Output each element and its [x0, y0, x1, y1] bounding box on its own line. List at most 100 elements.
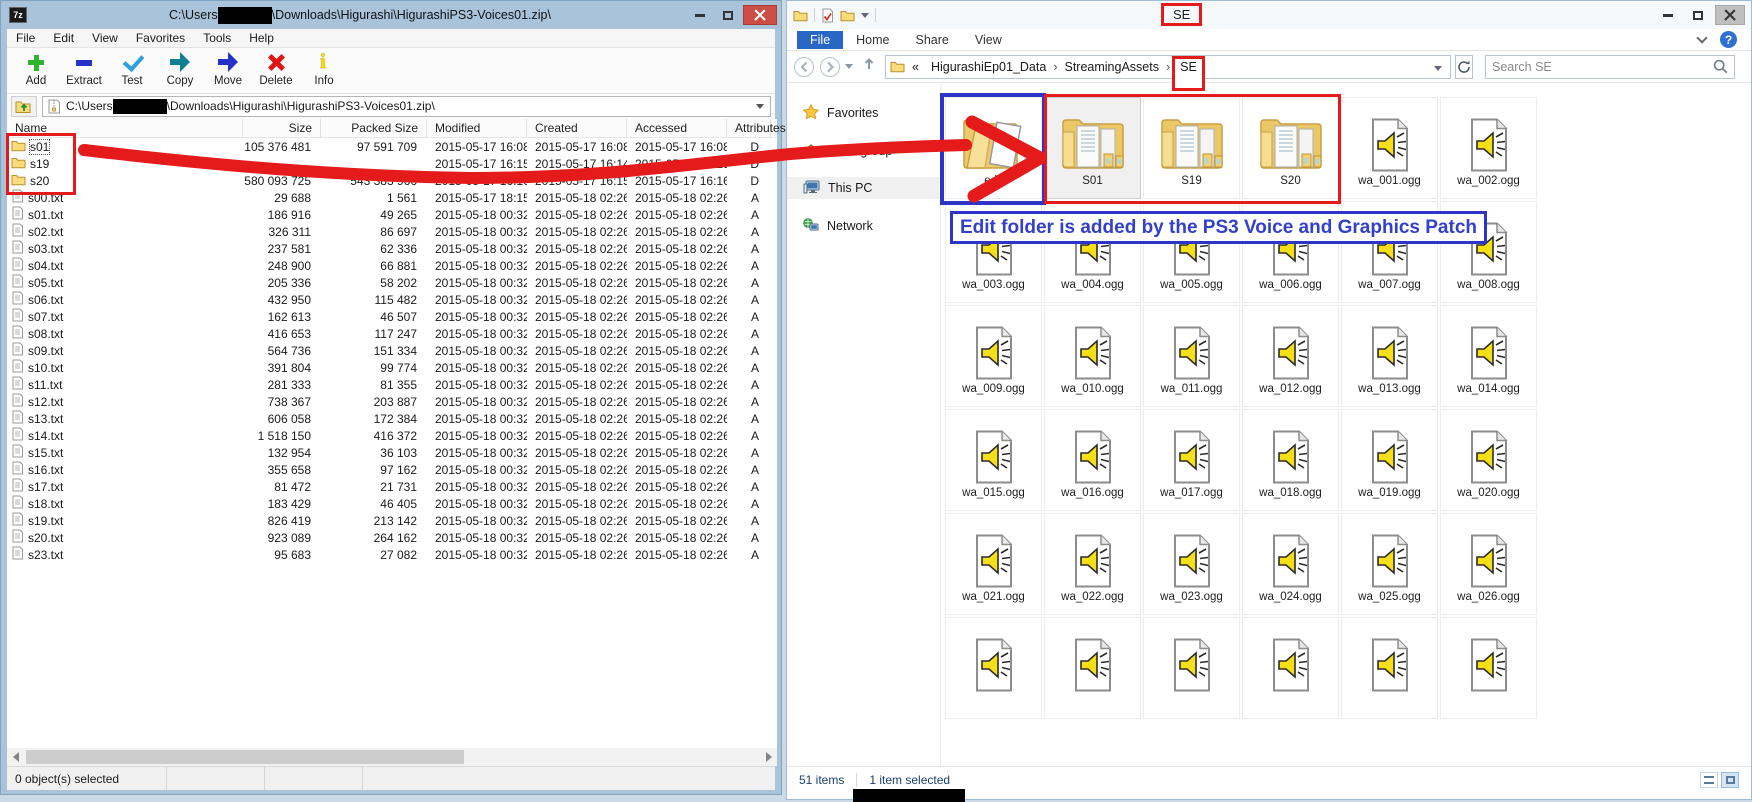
- file-tile[interactable]: wa_016.ogg: [1044, 409, 1141, 511]
- menu-favorites[interactable]: Favorites: [127, 31, 194, 45]
- tab-share[interactable]: Share: [903, 31, 962, 49]
- recent-locations-arrow[interactable]: [845, 64, 853, 69]
- file-tile[interactable]: wa_012.ogg: [1242, 305, 1339, 407]
- menu-edit[interactable]: Edit: [44, 31, 83, 45]
- file-tile-partial[interactable]: [1242, 617, 1339, 719]
- toolbar-info-button[interactable]: Info: [303, 51, 345, 87]
- sidebar-item-favorites[interactable]: Favorites: [787, 102, 939, 124]
- toolbar-test-button[interactable]: Test: [111, 51, 153, 87]
- table-row[interactable]: s192015-05-17 16:152015-05-17 16:142015-…: [7, 155, 777, 172]
- up-button[interactable]: [857, 56, 881, 77]
- scroll-left-button[interactable]: [7, 748, 24, 766]
- table-row[interactable]: s01105 376 48197 591 7092015-05-17 16:08…: [7, 138, 777, 155]
- sidebar-item-network[interactable]: Network: [787, 215, 939, 237]
- folder-tile-s19[interactable]: S19: [1143, 97, 1240, 199]
- folder-tile-s20[interactable]: S20: [1242, 97, 1339, 199]
- toolbar-extract-button[interactable]: Extract: [63, 51, 105, 87]
- file-tile[interactable]: wa_025.ogg: [1341, 513, 1438, 615]
- column-header-size[interactable]: Size: [243, 119, 321, 137]
- new-folder-icon[interactable]: [840, 9, 855, 22]
- search-input[interactable]: [1492, 60, 1713, 74]
- file-tile[interactable]: wa_014.ogg: [1440, 305, 1537, 407]
- forward-button[interactable]: [819, 56, 841, 78]
- menu-help[interactable]: Help: [240, 31, 283, 45]
- table-row[interactable]: s04.txt248 90066 8812015-05-18 00:322015…: [7, 257, 777, 274]
- table-row[interactable]: s17.txt81 47221 7312015-05-18 00:322015-…: [7, 478, 777, 495]
- table-row[interactable]: s19.txt826 419213 1422015-05-18 00:32201…: [7, 512, 777, 529]
- column-header-accessed[interactable]: Accessed: [627, 119, 727, 137]
- table-row[interactable]: s20580 093 725543 383 9662015-05-17 16:1…: [7, 172, 777, 189]
- menu-file[interactable]: File: [7, 31, 44, 45]
- file-tile-partial[interactable]: [1341, 617, 1438, 719]
- help-button[interactable]: ?: [1720, 31, 1737, 48]
- toolbar-move-button[interactable]: Move: [207, 51, 249, 87]
- file-tile-partial[interactable]: [1143, 617, 1240, 719]
- file-tile[interactable]: wa_018.ogg: [1242, 409, 1339, 511]
- table-row[interactable]: s09.txt564 736151 3342015-05-18 00:32201…: [7, 342, 777, 359]
- maximize-button[interactable]: [715, 5, 741, 25]
- menu-tools[interactable]: Tools: [194, 31, 240, 45]
- file-tile[interactable]: wa_024.ogg: [1242, 513, 1339, 615]
- file-tile[interactable]: wa_019.ogg: [1341, 409, 1438, 511]
- file-tile-partial[interactable]: [1440, 617, 1537, 719]
- file-tile[interactable]: wa_017.ogg: [1143, 409, 1240, 511]
- scroll-right-button[interactable]: [760, 748, 777, 766]
- table-row[interactable]: s06.txt432 950115 4822015-05-18 00:32201…: [7, 291, 777, 308]
- breadcrumb-overflow[interactable]: «: [907, 60, 924, 74]
- search-box[interactable]: [1485, 55, 1735, 79]
- tab-home[interactable]: Home: [843, 31, 902, 49]
- expand-ribbon-icon[interactable]: [1696, 32, 1707, 43]
- address-dropdown-arrow[interactable]: [1434, 60, 1446, 74]
- customize-toolbar-arrow[interactable]: [861, 13, 869, 18]
- minimize-button[interactable]: [687, 5, 713, 25]
- refresh-button[interactable]: [1455, 55, 1473, 79]
- table-row[interactable]: s18.txt183 42946 4052015-05-18 00:322015…: [7, 495, 777, 512]
- table-row[interactable]: s20.txt923 089264 1622015-05-18 00:32201…: [7, 529, 777, 546]
- tab-view[interactable]: View: [962, 31, 1015, 49]
- folder-tile-s01[interactable]: S01: [1044, 97, 1141, 199]
- table-row[interactable]: s11.txt281 33381 3552015-05-18 00:322015…: [7, 376, 777, 393]
- toolbar-add-button[interactable]: Add: [15, 51, 57, 87]
- column-header-packed-size[interactable]: Packed Size: [321, 119, 427, 137]
- scrollbar-thumb[interactable]: [26, 750, 464, 764]
- table-row[interactable]: s05.txt205 33658 2022015-05-18 00:322015…: [7, 274, 777, 291]
- sidebar-item-this-pc[interactable]: This PC: [787, 177, 939, 199]
- archive-path-input[interactable]: C:\Users\Downloads\Higurashi\HigurashiPS…: [42, 96, 771, 117]
- column-header-name[interactable]: Name: [7, 119, 243, 137]
- close-button[interactable]: [1715, 5, 1745, 25]
- file-tile[interactable]: wa_001.ogg: [1341, 97, 1438, 199]
- file-tile[interactable]: wa_002.ogg: [1440, 97, 1537, 199]
- file-tile[interactable]: wa_013.ogg: [1341, 305, 1438, 407]
- properties-icon[interactable]: [821, 8, 834, 23]
- breadcrumb-segment-streamingassets[interactable]: StreamingAssets: [1059, 60, 1163, 74]
- folder-icon[interactable]: [793, 9, 808, 22]
- file-tile[interactable]: wa_023.ogg: [1143, 513, 1240, 615]
- table-row[interactable]: s08.txt416 653117 2472015-05-18 00:32201…: [7, 325, 777, 342]
- file-tile[interactable]: wa_010.ogg: [1044, 305, 1141, 407]
- minimize-button[interactable]: [1655, 5, 1681, 25]
- file-tile[interactable]: wa_015.ogg: [945, 409, 1042, 511]
- horizontal-scrollbar[interactable]: [7, 748, 777, 766]
- table-row[interactable]: s03.txt237 58162 3362015-05-18 00:322015…: [7, 240, 777, 257]
- close-button[interactable]: [743, 5, 777, 25]
- file-tile[interactable]: wa_011.ogg: [1143, 305, 1240, 407]
- breadcrumb-segment-higurashiep01_data[interactable]: HigurashiEp01_Data: [926, 60, 1051, 74]
- file-tile[interactable]: wa_021.ogg: [945, 513, 1042, 615]
- table-row[interactable]: s14.txt1 518 150416 3722015-05-18 00:322…: [7, 427, 777, 444]
- column-header-modified[interactable]: Modified: [427, 119, 527, 137]
- table-row[interactable]: s10.txt391 80499 7742015-05-18 00:322015…: [7, 359, 777, 376]
- table-row[interactable]: s01.txt186 91649 2652015-05-18 00:322015…: [7, 206, 777, 223]
- breadcrumb[interactable]: « HigurashiEp01_Data›StreamingAssets›SE: [885, 55, 1451, 79]
- back-button[interactable]: [793, 56, 815, 78]
- maximize-button[interactable]: [1685, 5, 1711, 25]
- table-row[interactable]: s12.txt738 367203 8872015-05-18 00:32201…: [7, 393, 777, 410]
- table-row[interactable]: s02.txt326 31186 6972015-05-18 00:322015…: [7, 223, 777, 240]
- file-tile-partial[interactable]: [945, 617, 1042, 719]
- file-tile[interactable]: wa_022.ogg: [1044, 513, 1141, 615]
- toolbar-copy-button[interactable]: Copy: [159, 51, 201, 87]
- menu-view[interactable]: View: [83, 31, 127, 45]
- column-header-created[interactable]: Created: [527, 119, 627, 137]
- file-tile[interactable]: wa_009.ogg: [945, 305, 1042, 407]
- 7zip-titlebar[interactable]: 7z C:\Users\Downloads\Higurashi\Higurash…: [1, 1, 781, 29]
- table-row[interactable]: s23.txt95 68327 0822015-05-18 00:322015-…: [7, 546, 777, 563]
